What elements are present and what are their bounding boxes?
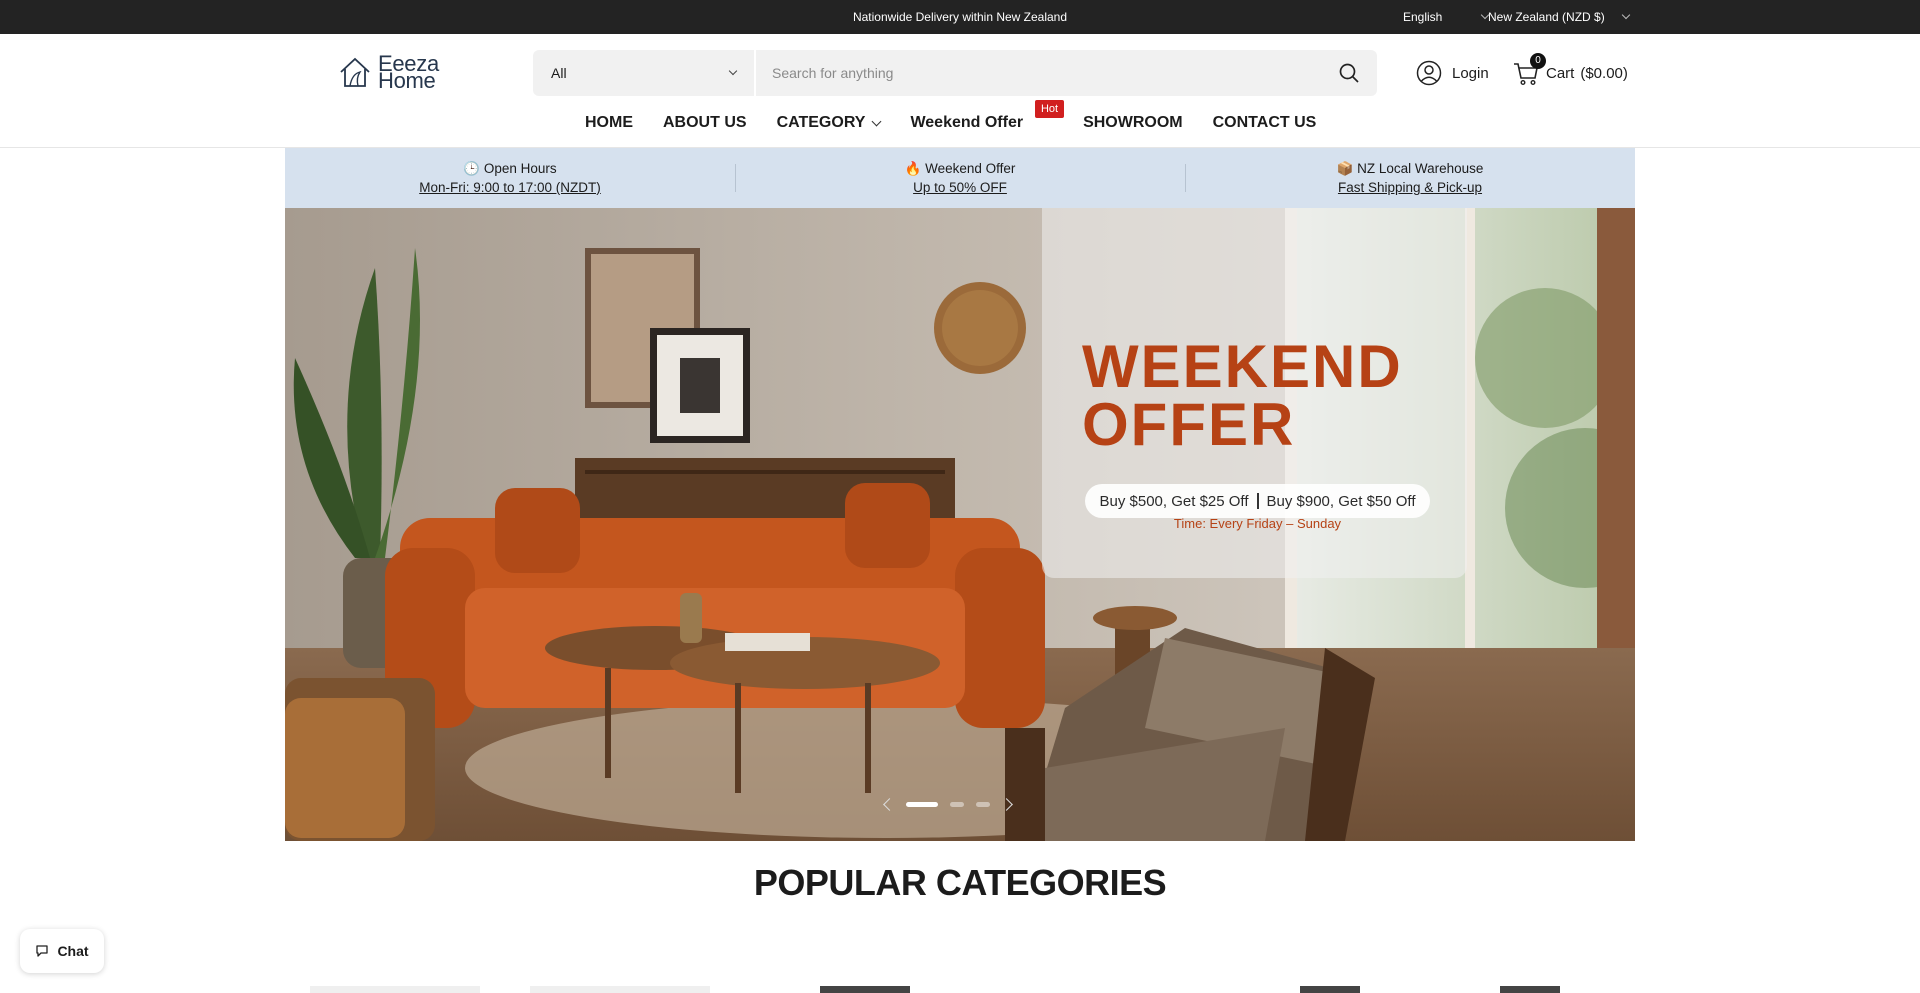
category-card[interactable] (310, 986, 480, 993)
nav-item-showroom[interactable]: SHOWROOM (1083, 114, 1183, 132)
house-logo-icon (340, 57, 370, 87)
cart-link[interactable]: 0 Cart ($0.00) (1512, 53, 1628, 90)
cart-label: Cart (1546, 64, 1575, 82)
nav-item-category[interactable]: CATEGORY (776, 114, 882, 132)
search-category-select[interactable]: All (533, 50, 756, 96)
slider-dot[interactable] (976, 802, 990, 807)
search-category-value: All (551, 65, 567, 81)
currency-selector[interactable]: New Zealand (NZD $) (1488, 0, 1630, 34)
nav-item-about-us[interactable]: ABOUT US (663, 114, 747, 132)
language-selector[interactable]: English (1403, 0, 1490, 34)
info-weekend-offer[interactable]: 🔥 Weekend Offer Up to 50% OFF (735, 148, 1185, 208)
category-card[interactable] (530, 986, 710, 993)
offer-deals: Buy $500, Get $25 Off Buy $900, Get $50 … (1085, 484, 1430, 518)
logo-text-bottom: Home (378, 68, 436, 93)
login-label: Login (1452, 64, 1489, 82)
info-strip: 🕒 Open Hours Mon-Fri: 9:00 to 17:00 (NZD… (285, 148, 1635, 208)
hero-slider[interactable]: WEEKEND OFFER Buy $500, Get $25 Off Buy … (285, 208, 1635, 841)
info-open-hours-sub[interactable]: Mon-Fri: 9:00 to 17:00 (NZDT) (419, 178, 601, 197)
hot-badge: Hot (1034, 100, 1065, 118)
site-header: Eeeza Home All Login (0, 34, 1920, 148)
user-icon (1416, 60, 1442, 86)
chat-button[interactable]: Chat (20, 929, 104, 973)
offer-deal-1: Buy $500, Get $25 Off (1099, 492, 1249, 510)
slider-dot[interactable] (950, 802, 964, 807)
chat-label: Chat (57, 943, 89, 959)
category-card[interactable] (1500, 986, 1560, 993)
search-bar: All (533, 50, 1377, 96)
nav-item-contact-us[interactable]: CONTACT US (1213, 114, 1317, 132)
chevron-down-icon (1621, 10, 1630, 20)
cart-total: ($0.00) (1580, 64, 1628, 82)
search-button[interactable] (1321, 50, 1377, 96)
info-weekend-offer-sub[interactable]: Up to 50% OFF (913, 178, 1007, 197)
slider-dot[interactable] (906, 802, 938, 807)
info-warehouse-title: 📦 NZ Local Warehouse (1336, 161, 1484, 176)
search-input[interactable] (756, 50, 1321, 96)
offer-title-line2: OFFER (1082, 391, 1296, 458)
nav-item-category-label: CATEGORY (776, 114, 866, 131)
divider (1256, 493, 1259, 509)
main-nav: HOME ABOUT US CATEGORY Weekend Offer Hot… (585, 100, 1317, 142)
category-card[interactable] (1300, 986, 1360, 993)
info-warehouse-sub[interactable]: Fast Shipping & Pick-up (1338, 178, 1482, 197)
info-weekend-offer-title: 🔥 Weekend Offer (904, 161, 1016, 176)
announcement-bar: Nationwide Delivery within New Zealand E… (0, 0, 1920, 34)
slider-next-icon[interactable] (1000, 798, 1013, 811)
login-link[interactable]: Login (1416, 58, 1489, 88)
logo[interactable]: Eeeza Home (338, 52, 450, 92)
nav-item-weekend-offer-label: Weekend Offer (910, 114, 1024, 131)
slider-controls (883, 798, 1013, 811)
chevron-down-icon (728, 66, 738, 76)
offer-title-line1: WEEKEND (1082, 333, 1403, 400)
announcement-text: Nationwide Delivery within New Zealand (852, 10, 1068, 24)
offer-time: Time: Every Friday – Sunday (1173, 516, 1342, 531)
info-open-hours[interactable]: 🕒 Open Hours Mon-Fri: 9:00 to 17:00 (NZD… (285, 148, 735, 208)
language-label: English (1403, 10, 1443, 24)
category-card[interactable] (820, 986, 910, 993)
info-warehouse[interactable]: 📦 NZ Local Warehouse Fast Shipping & Pic… (1185, 148, 1635, 208)
offer-title: WEEKEND OFFER (1082, 333, 1403, 458)
currency-label: New Zealand (NZD $) (1488, 10, 1605, 24)
offer-deal-2: Buy $900, Get $50 Off (1266, 492, 1416, 510)
cart-count-badge: 0 (1530, 53, 1546, 69)
info-open-hours-title: 🕒 Open Hours (463, 161, 557, 176)
chat-bubble-icon (36, 945, 49, 957)
nav-item-weekend-offer[interactable]: Weekend Offer Hot (910, 100, 1065, 132)
popular-categories-heading: POPULAR CATEGORIES (753, 862, 1167, 903)
nav-item-home[interactable]: HOME (585, 114, 633, 132)
search-icon (1339, 63, 1359, 83)
chevron-down-icon (872, 116, 882, 126)
slider-prev-icon[interactable] (883, 798, 896, 811)
